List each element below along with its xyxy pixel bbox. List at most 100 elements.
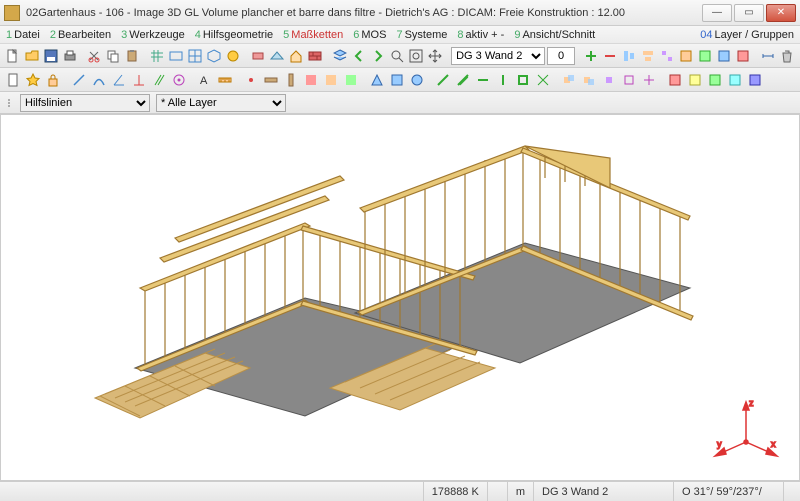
tool-new-icon[interactable] [4,47,21,65]
tool2-shape3-icon[interactable] [408,71,426,89]
tool2-point-icon[interactable] [242,71,260,89]
viewport-3d[interactable]: z x y [0,114,800,481]
tool2-fill1-icon[interactable] [302,71,320,89]
tool-box3-icon[interactable] [716,47,733,65]
menu-aktiv[interactable]: 8aktiv + - [457,29,504,41]
tool-home-icon[interactable] [287,47,304,65]
status-unit: m [507,482,533,501]
svg-text:A: A [200,75,208,87]
titlebar: 02Gartenhaus - 106 - Image 3D GL Volume … [0,0,800,26]
svg-text:y: y [717,439,722,449]
tool2-line-icon[interactable] [70,71,88,89]
tool2-op3-icon[interactable] [600,71,618,89]
tool2-angle-icon[interactable] [110,71,128,89]
tool2-lock-icon[interactable] [44,71,62,89]
tool-open-icon[interactable] [23,47,40,65]
minimize-button[interactable]: — [702,4,732,22]
object-number-input[interactable] [547,47,575,65]
tool2-mark5-icon[interactable] [514,71,532,89]
tool2-end4-icon[interactable] [726,71,744,89]
grip-icon[interactable] [8,99,14,107]
menu-ansicht[interactable]: 9Ansicht/Schnitt [514,29,595,41]
tool2-fill2-icon[interactable] [322,71,340,89]
statusbar: 178888 K m DG 3 Wand 2 O 31°/ 59°/237°/ [0,481,800,501]
tool2-mark3-icon[interactable] [474,71,492,89]
tool-view1-icon[interactable] [168,47,185,65]
tool-view3-icon[interactable] [206,47,223,65]
tool2-shape1-icon[interactable] [368,71,386,89]
menu-layer[interactable]: 04Layer / Gruppen [700,29,794,41]
tool2-snap-icon[interactable] [170,71,188,89]
tool2-op1-icon[interactable] [560,71,578,89]
tool2-end3-icon[interactable] [706,71,724,89]
tool2-end2-icon[interactable] [686,71,704,89]
app-icon [4,5,20,21]
tool-cut-icon[interactable] [86,47,103,65]
axis-indicator: z x y [711,392,781,462]
tool-view2-icon[interactable] [187,47,204,65]
tool2-text-icon[interactable]: A [196,71,214,89]
tool-plus-icon[interactable] [583,47,600,65]
tool2-op5-icon[interactable] [640,71,658,89]
menu-systeme[interactable]: 7Systeme [396,29,447,41]
tool2-end5-icon[interactable] [746,71,764,89]
tool2-end1-icon[interactable] [666,71,684,89]
tool2-perp-icon[interactable] [130,71,148,89]
tool2-op2-icon[interactable] [580,71,598,89]
object-select[interactable]: DG 3 Wand 2 [451,47,545,65]
menu-werkzeuge[interactable]: 3Werkzeuge [121,29,185,41]
menu-mos[interactable]: 6MOS [353,29,386,41]
menu-bearbeiten[interactable]: 2Bearbeiten [50,29,111,41]
tool2-mark2-icon[interactable] [454,71,472,89]
tool-copy-icon[interactable] [105,47,122,65]
close-button[interactable]: ✕ [766,4,796,22]
tool-box4-icon[interactable] [735,47,752,65]
tool-pan-icon[interactable] [426,47,443,65]
tool-box2-icon[interactable] [697,47,714,65]
svg-text:x: x [771,439,776,449]
tool-minus-icon[interactable] [602,47,619,65]
tool2-mark4-icon[interactable] [494,71,512,89]
tool-brick-icon[interactable] [306,47,323,65]
toolbar-1: DG 3 Wand 2 [0,44,800,68]
tool-align1-icon[interactable] [621,47,638,65]
tool-layer-icon[interactable] [331,47,348,65]
tool-align3-icon[interactable] [659,47,676,65]
toolbar-2: A [0,68,800,92]
tool-render-icon[interactable] [225,47,242,65]
svg-text:z: z [749,398,754,408]
menu-massketten[interactable]: 5Maßketten [283,29,343,41]
tool-grid-icon[interactable] [149,47,166,65]
tool2-beam2-icon[interactable] [282,71,300,89]
tool-trash-icon[interactable] [779,47,796,65]
tool2-shape2-icon[interactable] [388,71,406,89]
helper-lines-select[interactable]: Hilfslinien [20,94,150,112]
tool-nav-right-icon[interactable] [369,47,386,65]
layer-filter-select[interactable]: * Alle Layer [156,94,286,112]
maximize-button[interactable]: ▭ [734,4,764,22]
tool2-doc-icon[interactable] [4,71,22,89]
tool-roof-icon[interactable] [268,47,285,65]
tool-print-icon[interactable] [61,47,78,65]
menu-datei[interactable]: 1Datei [6,29,40,41]
tool-paste-icon[interactable] [124,47,141,65]
tool2-measure-icon[interactable] [216,71,234,89]
status-object: DG 3 Wand 2 [533,482,673,501]
tool2-op4-icon[interactable] [620,71,638,89]
tool-dim-icon[interactable] [760,47,777,65]
tool-wall-icon[interactable] [249,47,266,65]
menu-hilfsgeometrie[interactable]: 4Hilfsgeometrie [195,29,273,41]
tool-box1-icon[interactable] [678,47,695,65]
tool-align2-icon[interactable] [640,47,657,65]
tool-zoomfit-icon[interactable] [407,47,424,65]
tool2-star-icon[interactable] [24,71,42,89]
tool-zoom-icon[interactable] [388,47,405,65]
tool-save-icon[interactable] [42,47,59,65]
tool2-beam1-icon[interactable] [262,71,280,89]
tool-nav-left-icon[interactable] [350,47,367,65]
tool2-mark1-icon[interactable] [434,71,452,89]
tool2-fill3-icon[interactable] [342,71,360,89]
tool2-curve-icon[interactable] [90,71,108,89]
tool2-para-icon[interactable] [150,71,168,89]
tool2-mark6-icon[interactable] [534,71,552,89]
